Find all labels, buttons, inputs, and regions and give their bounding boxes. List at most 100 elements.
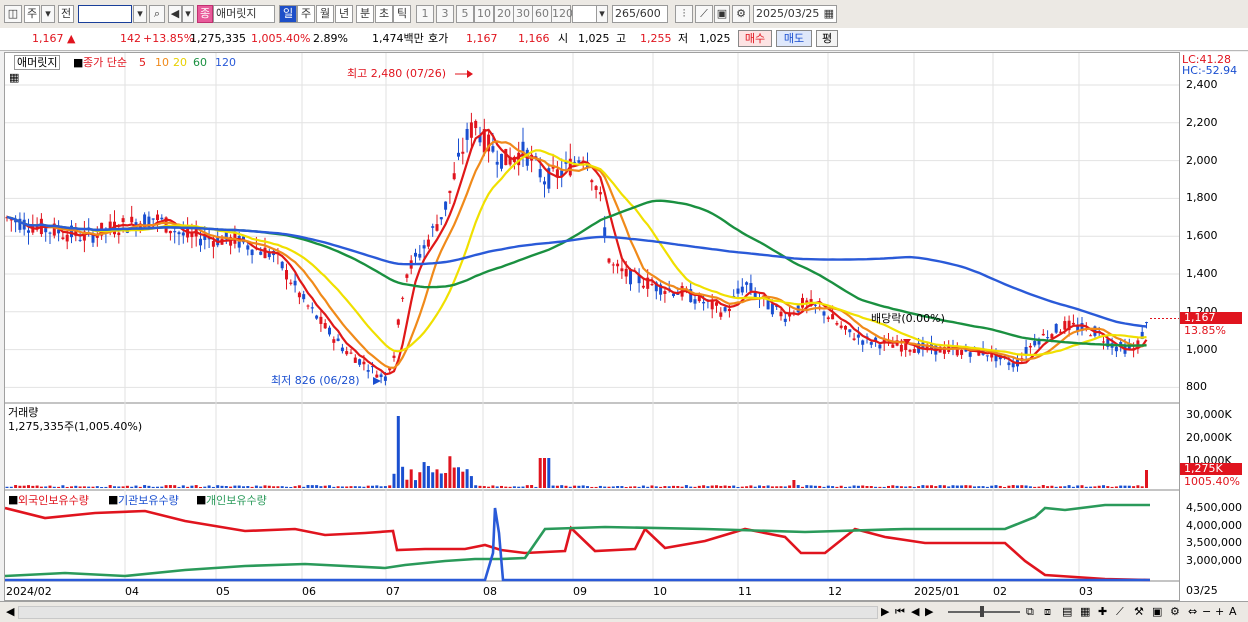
volume-bar xyxy=(371,485,374,488)
chevron-down-icon[interactable]: ▾ xyxy=(41,5,55,23)
type-select[interactable]: 주 xyxy=(24,5,40,23)
volume-bar xyxy=(998,485,1002,488)
volume-bar xyxy=(27,485,30,488)
interval-button-4[interactable]: 20 xyxy=(494,5,514,23)
settings-icon[interactable]: ⚙ xyxy=(1170,605,1180,618)
ma-legend-1[interactable]: 10 xyxy=(155,56,169,69)
split-icon[interactable]: ⧈ xyxy=(1044,605,1051,618)
grid-toggle-icon[interactable]: ▦ xyxy=(9,71,19,84)
save-icon[interactable]: ▣ xyxy=(714,5,730,23)
zoom-in-icon[interactable]: + xyxy=(1215,605,1224,618)
period-tab-0[interactable]: 일 xyxy=(279,5,297,23)
interval-button-0[interactable]: 1 xyxy=(416,5,434,23)
period-tab-2[interactable]: 월 xyxy=(316,5,334,23)
price-axis[interactable]: LC:41.28 HC:-52.94 2,400 2,200 2,000 1,800 1… xyxy=(1180,52,1248,601)
holding-legend-institution[interactable]: 기관보유수량 xyxy=(118,494,179,507)
current-price: 1,167 xyxy=(32,32,64,45)
first-page-icon[interactable]: ⏮ xyxy=(895,605,905,618)
drag-icon[interactable]: ⇔ xyxy=(1188,605,1197,618)
search-icon[interactable]: ⌕ xyxy=(149,5,165,23)
scroll-bar[interactable]: ◀ ▶ ⏮ ◀ ▶ ⧉ ⧈ ▤ ▦ ✚ ⟋ ⚒ ▣ ⚙ ⇔ − + A xyxy=(0,601,1248,622)
code-dropdown-icon[interactable]: ▾ xyxy=(133,5,147,23)
price-tag: 1,167 xyxy=(1180,312,1242,324)
sell-button[interactable]: 매도 xyxy=(776,30,812,47)
window-menu-icon[interactable]: ◫ xyxy=(4,5,22,23)
ma-legend-0[interactable]: 5 xyxy=(139,56,146,69)
candle-body xyxy=(899,344,903,352)
candle-body xyxy=(293,280,297,286)
gear-icon[interactable]: ⚙ xyxy=(732,5,750,23)
candle-icon[interactable]: ⫶ xyxy=(675,5,693,23)
volume-bar xyxy=(512,486,516,488)
legend-stock-name[interactable]: 애머릿지 xyxy=(14,55,61,70)
x-label-11: 02 xyxy=(993,585,1007,598)
eval-button[interactable]: 평 xyxy=(816,30,838,47)
all-button[interactable]: 전 xyxy=(58,5,74,23)
stock-name-field[interactable]: 애머릿지 xyxy=(213,5,275,23)
interval-button-3[interactable]: 10 xyxy=(474,5,494,23)
volume-bar xyxy=(224,486,228,488)
speaker-dropdown-icon[interactable]: ▾ xyxy=(182,5,194,23)
layout-icon[interactable]: ▤ xyxy=(1062,605,1072,618)
interval-dropdown-icon[interactable]: ▾ xyxy=(596,5,608,23)
volume-bar xyxy=(547,458,551,488)
volume-bar xyxy=(31,485,35,488)
ma-legend-3[interactable]: 60 xyxy=(193,56,207,69)
image-icon[interactable]: ▣ xyxy=(1152,605,1162,618)
crosshair-icon[interactable]: ✚ xyxy=(1098,605,1107,618)
holding-legend-individual[interactable]: 개인보유수량 xyxy=(206,494,267,507)
period-tab-4[interactable]: 분 xyxy=(356,5,374,23)
volume-bar xyxy=(1097,485,1101,488)
tools-icon[interactable]: ⚒ xyxy=(1134,605,1144,618)
buy-button[interactable]: 매수 xyxy=(738,30,772,47)
volume-bar xyxy=(702,485,706,488)
scroll-track[interactable] xyxy=(18,606,878,619)
speaker-icon[interactable]: ◀ xyxy=(168,5,182,23)
holding-legend-foreign[interactable]: 외국인보유수량 xyxy=(18,494,89,507)
volume-bar xyxy=(121,486,125,488)
text-size-icon[interactable]: A xyxy=(1229,605,1237,618)
volume-bar xyxy=(1119,485,1123,488)
group-badge[interactable]: 종 xyxy=(197,5,213,23)
volume-bar xyxy=(947,486,951,488)
trend-icon[interactable]: ⟋ xyxy=(1116,605,1124,618)
period-tab-1[interactable]: 주 xyxy=(297,5,315,23)
volume-tick-1: 20,000K xyxy=(1186,431,1232,444)
max-arrow-head xyxy=(467,70,473,78)
code-input[interactable]: 900100 xyxy=(78,5,132,23)
ma-legend-2[interactable]: 20 xyxy=(173,56,187,69)
volume-bar xyxy=(14,485,18,488)
line-draw-icon[interactable]: ⟋ xyxy=(695,5,713,23)
grid-icon[interactable]: ▦ xyxy=(1080,605,1090,618)
count-field[interactable]: 265/600 xyxy=(612,5,668,23)
scroll-right-icon[interactable]: ▶ xyxy=(881,605,889,618)
prev-page-icon[interactable]: ◀ xyxy=(911,605,919,618)
legend-close[interactable]: 종가 단순 xyxy=(83,56,127,69)
next-page-icon[interactable]: ▶ xyxy=(925,605,933,618)
date-field[interactable]: 2025/03/25 ▦ xyxy=(753,5,837,23)
volume-bar xyxy=(663,486,667,488)
volume-panel-title[interactable]: 거래량 xyxy=(8,406,38,419)
candle-body xyxy=(156,214,159,221)
overlay-icon[interactable]: ⧉ xyxy=(1026,605,1034,618)
volume-bar xyxy=(461,471,465,488)
interval-button-2[interactable]: 5 xyxy=(456,5,474,23)
calendar-icon[interactable]: ▦ xyxy=(824,6,834,22)
interval-button-1[interactable]: 3 xyxy=(436,5,454,23)
zoom-slider[interactable] xyxy=(948,611,1020,613)
period-tab-6[interactable]: 틱 xyxy=(393,5,411,23)
volume-bar xyxy=(624,486,628,488)
period-tab-5[interactable]: 초 xyxy=(375,5,393,23)
interval-button-7[interactable]: 120 xyxy=(551,5,573,23)
hc-value: HC:-52.94 xyxy=(1182,64,1238,77)
chart-area[interactable]: 애머릿지 ■ 종가 단순 5 10 20 60 120 ▦ 최고 2,480 (07/2… xyxy=(4,52,1180,601)
chart-canvas[interactable] xyxy=(5,53,1179,600)
scroll-left-icon[interactable]: ◀ xyxy=(6,605,14,618)
volume-bar xyxy=(332,486,336,488)
interval-button-5[interactable]: 30 xyxy=(513,5,533,23)
zoom-slider-handle[interactable] xyxy=(980,606,984,617)
zoom-out-icon[interactable]: − xyxy=(1202,605,1211,618)
ma-legend-4[interactable]: 120 xyxy=(215,56,236,69)
period-tab-3[interactable]: 년 xyxy=(335,5,353,23)
interval-button-6[interactable]: 60 xyxy=(532,5,552,23)
